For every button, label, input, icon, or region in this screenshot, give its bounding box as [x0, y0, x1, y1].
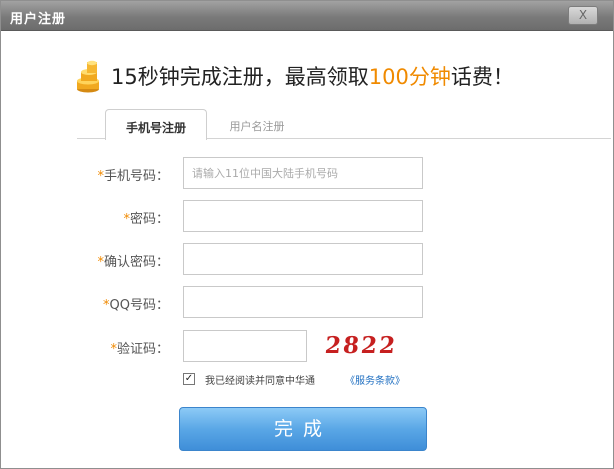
check-icon: ✓ — [184, 373, 194, 384]
phone-label: *手机号码： — [97, 169, 169, 184]
password-label: *密码： — [123, 212, 169, 227]
registration-tabs: 手机号注册 用户名注册 — [1, 109, 613, 140]
close-button[interactable]: X — [568, 6, 598, 25]
title-bar[interactable]: 用户注册 X — [1, 1, 613, 31]
dialog-title: 用户注册 — [10, 12, 67, 27]
password-input[interactable] — [183, 200, 423, 232]
agreement-text: 我已经阅读并同意中华通 — [205, 376, 315, 387]
qq-label: *QQ号码： — [103, 298, 169, 313]
headline-highlight: 100分钟 — [368, 65, 451, 89]
submit-button[interactable]: 完成 — [179, 407, 427, 451]
captcha-image[interactable]: 2822 — [324, 332, 399, 359]
registration-dialog: 用户注册 X 15秒钟完成注册，最高领取100分钟话费！ 手机号注册 用户名注册… — [0, 0, 614, 469]
close-icon: X — [578, 8, 588, 22]
confirm-password-input[interactable] — [183, 243, 423, 275]
tab-phone-register[interactable]: 手机号注册 — [105, 109, 207, 140]
terms-link[interactable]: 《服务条款》 — [345, 372, 405, 387]
confirm-password-label: *确认密码： — [97, 255, 169, 270]
coin-stack-icon — [77, 60, 99, 93]
agreement-checkbox[interactable]: ✓ — [183, 373, 195, 385]
phone-input[interactable] — [183, 157, 423, 189]
headline-text: 15秒钟完成注册，最高领取100分钟话费！ — [111, 65, 514, 89]
qq-input[interactable] — [183, 286, 423, 318]
captcha-label: *验证码： — [110, 342, 169, 357]
captcha-input[interactable] — [183, 330, 307, 362]
tab-username-register[interactable]: 用户名注册 — [211, 114, 303, 138]
